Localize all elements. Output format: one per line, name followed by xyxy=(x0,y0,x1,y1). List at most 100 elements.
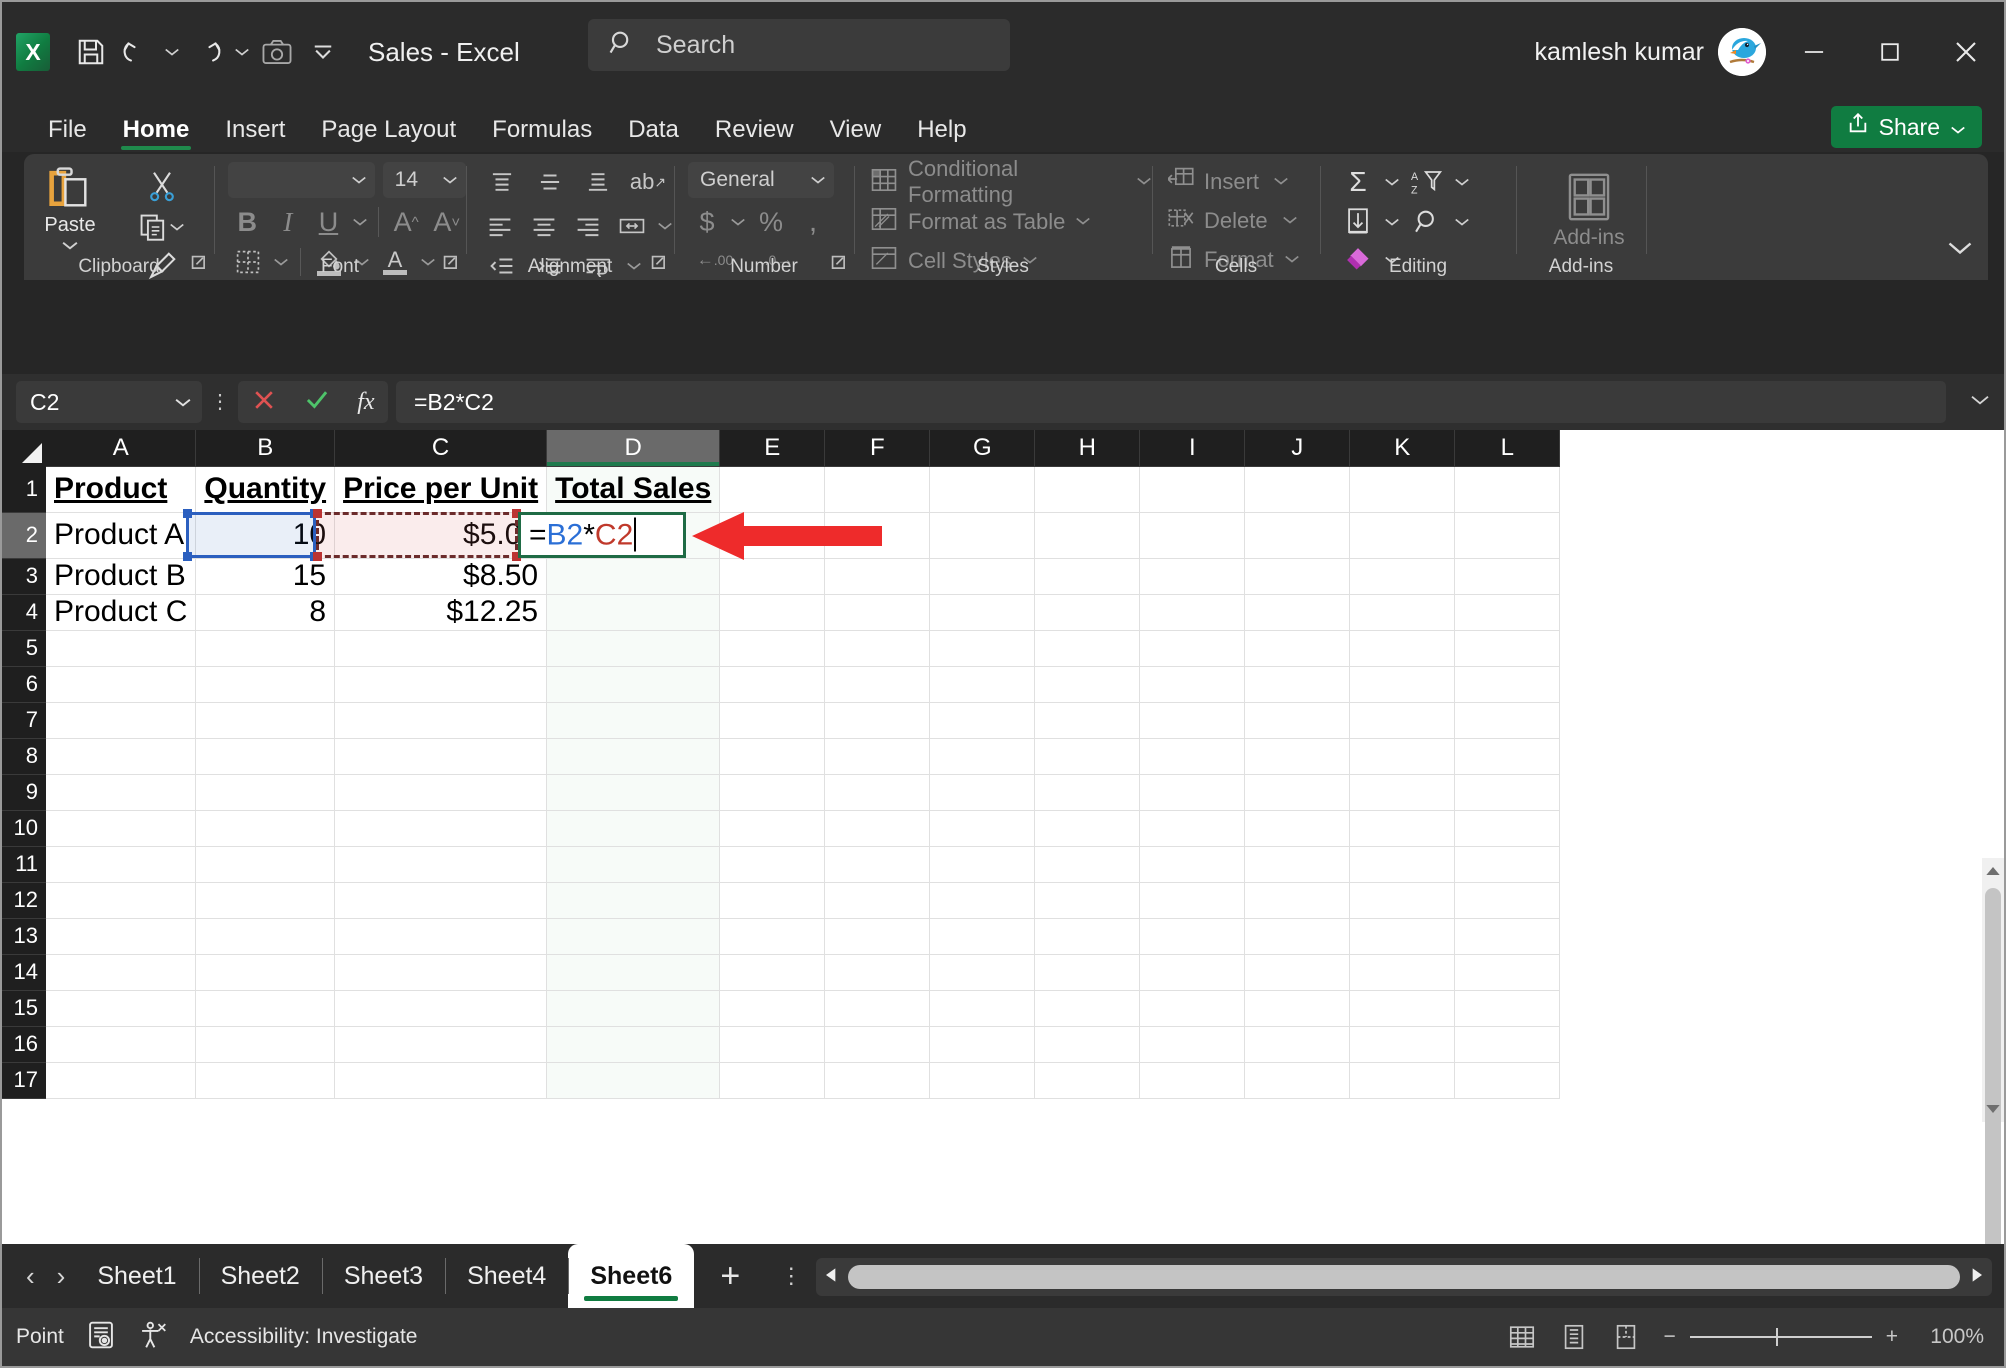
cell-I7[interactable] xyxy=(1140,702,1245,738)
scroll-up-button[interactable] xyxy=(1982,858,2004,884)
cell-L2[interactable] xyxy=(1455,512,1560,558)
underline-chevron-down-icon[interactable] xyxy=(350,217,370,227)
cell-K12[interactable] xyxy=(1350,882,1455,918)
cell-B7[interactable] xyxy=(196,702,335,738)
cell-C10[interactable] xyxy=(335,810,547,846)
underline-button[interactable]: U xyxy=(309,203,348,241)
search-input[interactable] xyxy=(654,30,954,61)
maximize-button[interactable] xyxy=(1852,2,1928,102)
zoom-in-button[interactable]: + xyxy=(1886,1325,1898,1349)
cell-H15[interactable] xyxy=(1035,990,1140,1026)
cell-E15[interactable] xyxy=(720,990,825,1026)
cell-J7[interactable] xyxy=(1245,702,1350,738)
sheet-tab-sheet2[interactable]: Sheet2 xyxy=(199,1244,322,1308)
cell-F8[interactable] xyxy=(825,738,930,774)
cell-G8[interactable] xyxy=(930,738,1035,774)
tab-formulas[interactable]: Formulas xyxy=(474,116,610,152)
cell-L14[interactable] xyxy=(1455,954,1560,990)
cell-I14[interactable] xyxy=(1140,954,1245,990)
cell-H6[interactable] xyxy=(1035,666,1140,702)
formula-bar-kebab-icon[interactable]: ⋮ xyxy=(202,392,238,412)
cell-I16[interactable] xyxy=(1140,1026,1245,1062)
cell-I3[interactable] xyxy=(1140,558,1245,594)
cell-G2[interactable] xyxy=(930,512,1035,558)
cell-C11[interactable] xyxy=(335,846,547,882)
row-header-17[interactable]: 17 xyxy=(2,1062,46,1098)
column-header-G[interactable]: G xyxy=(930,430,1035,466)
clipboard-dialog-launcher-icon[interactable] xyxy=(190,254,208,276)
cell-J13[interactable] xyxy=(1245,918,1350,954)
scroll-down-button[interactable] xyxy=(1982,1096,2004,1122)
cell-A10[interactable] xyxy=(46,810,196,846)
cancel-icon[interactable] xyxy=(251,387,277,418)
cell-J12[interactable] xyxy=(1245,882,1350,918)
cell-F9[interactable] xyxy=(825,774,930,810)
all-sheets-kebab-icon[interactable]: ⋮ xyxy=(766,1244,816,1308)
cell-I6[interactable] xyxy=(1140,666,1245,702)
sort-and-filter-button[interactable]: A Z xyxy=(1404,163,1450,201)
cell-E6[interactable] xyxy=(720,666,825,702)
cell-C15[interactable] xyxy=(335,990,547,1026)
find-and-select-button[interactable] xyxy=(1404,203,1450,241)
cell-J6[interactable] xyxy=(1245,666,1350,702)
merge-and-center-button[interactable] xyxy=(612,207,652,245)
cell-L12[interactable] xyxy=(1455,882,1560,918)
cell-K15[interactable] xyxy=(1350,990,1455,1026)
conditional-formatting-chevron-down-icon[interactable] xyxy=(1136,173,1152,191)
align-left-button[interactable] xyxy=(480,207,520,245)
cell-B13[interactable] xyxy=(196,918,335,954)
column-header-I[interactable]: I xyxy=(1140,430,1245,466)
cell-L4[interactable] xyxy=(1455,594,1560,630)
row-header-16[interactable]: 16 xyxy=(2,1026,46,1062)
save-icon[interactable] xyxy=(68,29,114,75)
cell-B16[interactable] xyxy=(196,1026,335,1062)
cell-C2[interactable]: $5.00 xyxy=(335,512,547,558)
cell-B14[interactable] xyxy=(196,954,335,990)
cell-F12[interactable] xyxy=(825,882,930,918)
cell-I11[interactable] xyxy=(1140,846,1245,882)
row-header-14[interactable]: 14 xyxy=(2,954,46,990)
page-break-preview-icon[interactable] xyxy=(1611,1322,1641,1352)
cell-E10[interactable] xyxy=(720,810,825,846)
cell-C3[interactable]: $8.50 xyxy=(335,558,547,594)
cell-G14[interactable] xyxy=(930,954,1035,990)
cell-G6[interactable] xyxy=(930,666,1035,702)
format-as-table-chevron-down-icon[interactable] xyxy=(1075,213,1091,231)
cell-L10[interactable] xyxy=(1455,810,1560,846)
cell-K17[interactable] xyxy=(1350,1062,1455,1098)
cell-K4[interactable] xyxy=(1350,594,1455,630)
cell-H16[interactable] xyxy=(1035,1026,1140,1062)
column-header-C[interactable]: C xyxy=(335,430,547,466)
cell-D15[interactable] xyxy=(547,990,720,1026)
cell-F1[interactable] xyxy=(825,466,930,512)
cell-L1[interactable] xyxy=(1455,466,1560,512)
cell-H4[interactable] xyxy=(1035,594,1140,630)
cell-B1[interactable]: Quantity xyxy=(196,466,335,512)
column-header-H[interactable]: H xyxy=(1035,430,1140,466)
cell-B15[interactable] xyxy=(196,990,335,1026)
cell-B4[interactable]: 8 xyxy=(196,594,335,630)
cell-D11[interactable] xyxy=(547,846,720,882)
column-header-E[interactable]: E xyxy=(720,430,825,466)
name-box[interactable]: C2 xyxy=(16,381,202,423)
cell-G3[interactable] xyxy=(930,558,1035,594)
normal-view-icon[interactable] xyxy=(1507,1322,1537,1352)
cell-F11[interactable] xyxy=(825,846,930,882)
cell-J8[interactable] xyxy=(1245,738,1350,774)
expand-formula-bar-chevron-down-icon[interactable] xyxy=(1956,393,2004,411)
cell-E16[interactable] xyxy=(720,1026,825,1062)
cell-F2[interactable] xyxy=(825,512,930,558)
cell-J11[interactable] xyxy=(1245,846,1350,882)
cell-D5[interactable] xyxy=(547,630,720,666)
cell-G13[interactable] xyxy=(930,918,1035,954)
cell-A17[interactable] xyxy=(46,1062,196,1098)
cell-D16[interactable] xyxy=(547,1026,720,1062)
cell-D13[interactable] xyxy=(547,918,720,954)
horizontal-scrollbar[interactable] xyxy=(816,1258,1992,1296)
cell-E9[interactable] xyxy=(720,774,825,810)
cell-J14[interactable] xyxy=(1245,954,1350,990)
increase-font-size-button[interactable]: A^ xyxy=(387,203,426,241)
cell-H3[interactable] xyxy=(1035,558,1140,594)
font-dialog-launcher-icon[interactable] xyxy=(442,254,460,276)
accessibility-status[interactable]: Accessibility: Investigate xyxy=(190,1325,418,1349)
